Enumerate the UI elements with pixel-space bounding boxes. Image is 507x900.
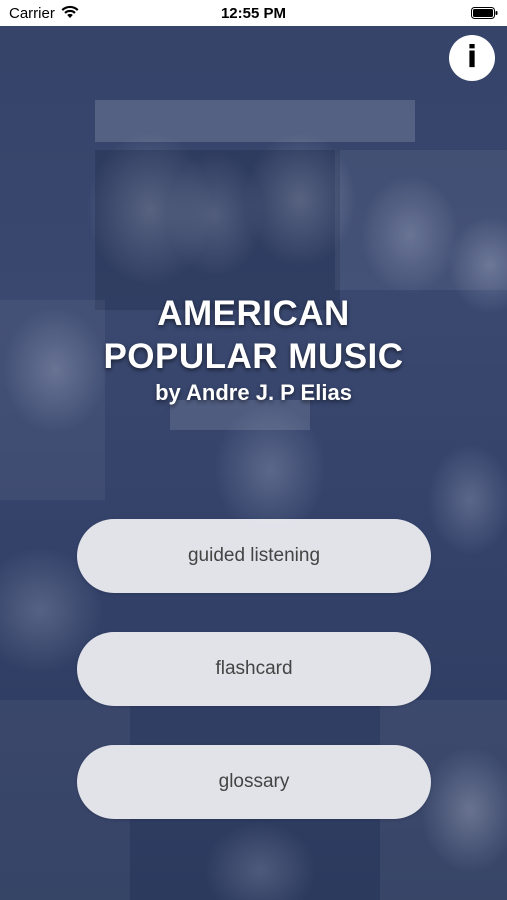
collage-panel <box>95 100 415 142</box>
title-line-1: AMERICAN <box>157 294 350 333</box>
flashcard-button[interactable]: flashcard <box>77 632 431 706</box>
info-button[interactable]: i <box>449 35 495 81</box>
title-line-2: POPULAR MUSIC <box>103 337 404 376</box>
battery-icon <box>471 7 498 19</box>
app-title: AMERICAN POPULAR MUSIC by Andre J. P Eli… <box>0 292 507 406</box>
status-bar: Carrier 12:55 PM <box>0 0 507 26</box>
info-icon: i <box>466 40 478 75</box>
status-time: 12:55 PM <box>220 5 287 22</box>
collage-panel <box>335 150 507 290</box>
app-screen: Carrier 12:55 PM i AMERICAN POPULAR MUSI… <box>0 0 507 900</box>
author-byline: by Andre J. P Elias <box>155 380 352 405</box>
glossary-button[interactable]: glossary <box>77 745 431 819</box>
guided-listening-button[interactable]: guided listening <box>77 519 431 593</box>
collage-panel <box>95 150 340 310</box>
